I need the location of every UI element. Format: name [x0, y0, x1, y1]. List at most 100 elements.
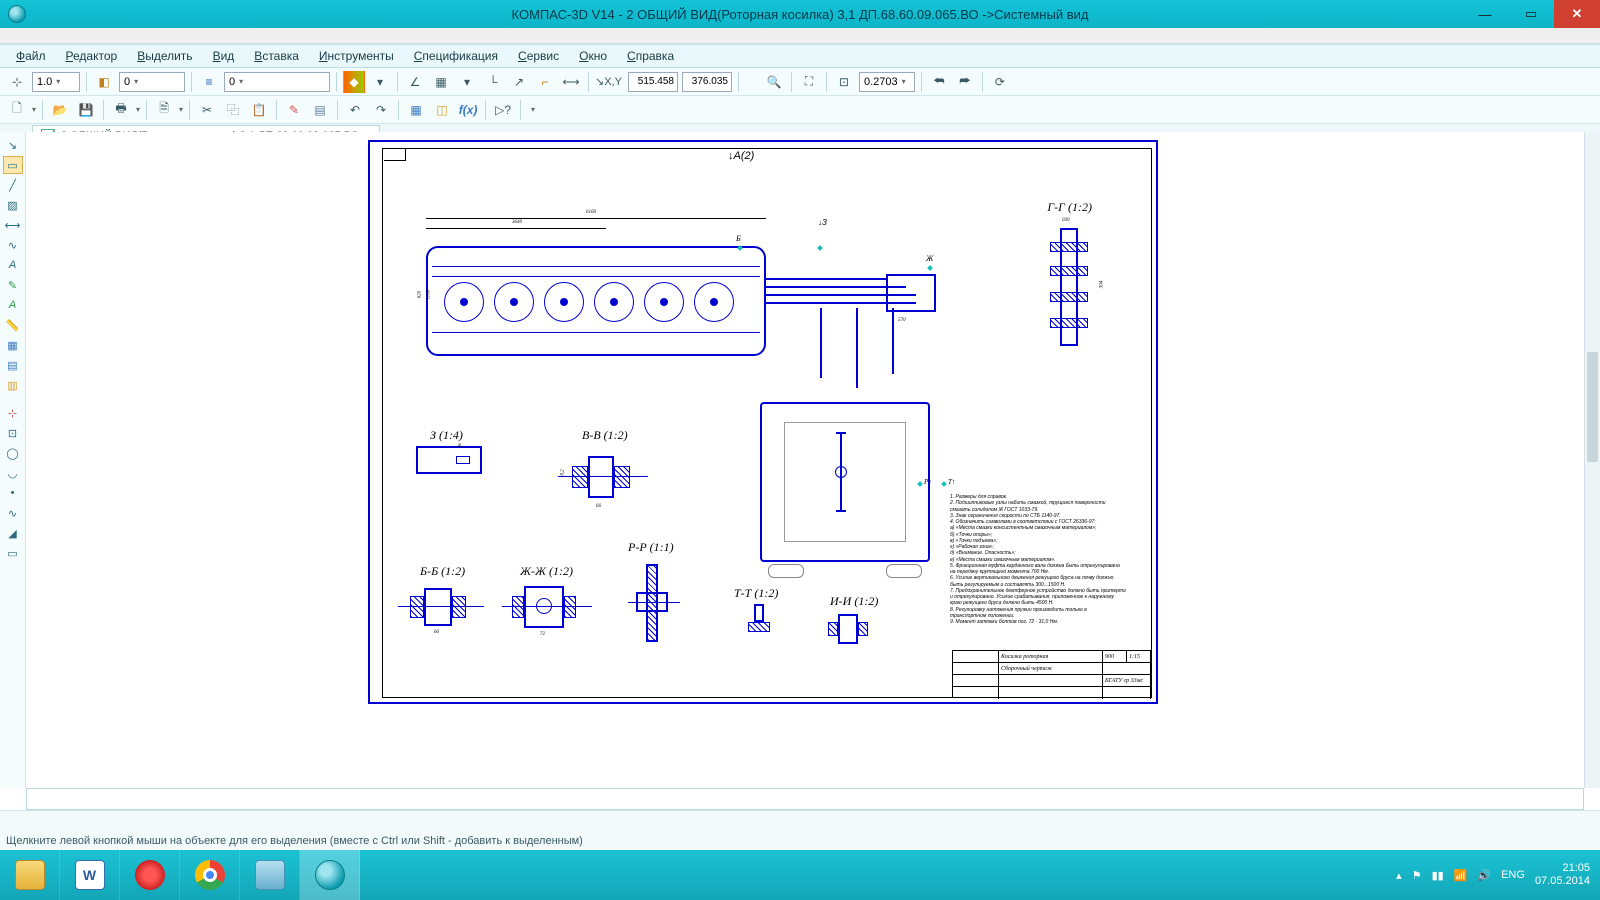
zoom-combo[interactable]: 0.2703▾ [859, 72, 915, 92]
taskbar-generic[interactable] [240, 850, 300, 900]
minimize-button[interactable] [1462, 0, 1508, 28]
zoom-window-icon[interactable]: ⛶ [798, 71, 820, 93]
menu-file[interactable]: Файл [8, 47, 54, 65]
vtool-text-icon[interactable]: A [3, 256, 23, 274]
save-icon[interactable]: 💾 [75, 99, 97, 121]
tray-flag-icon[interactable]: ⚑ [1412, 869, 1422, 882]
menu-window[interactable]: Окно [571, 47, 615, 65]
taskbar-kompas[interactable] [300, 850, 360, 900]
vtool-aux-icon[interactable]: ⊡ [3, 424, 23, 442]
lcs-icon[interactable]: ⌐ [534, 71, 556, 93]
vtool-select-icon[interactable]: ▭ [3, 156, 23, 174]
vtool-table-icon[interactable]: ▦ [3, 336, 23, 354]
menu-service[interactable]: Сервис [510, 47, 567, 65]
vtool-dim-icon[interactable]: ⟷ [3, 216, 23, 234]
menu-insert[interactable]: Вставка [246, 47, 307, 65]
tray-vol-icon[interactable]: 🔊 [1477, 869, 1491, 882]
dim-icon[interactable]: ⟷ [560, 71, 582, 93]
zoom-in-icon[interactable]: 🔍 [763, 71, 785, 93]
dd1-icon[interactable]: ▾ [369, 71, 391, 93]
taskbar-explorer[interactable] [0, 850, 60, 900]
technical-notes: 1. Размеры для справок.2. Подшипниковые … [950, 494, 1150, 625]
combo-2[interactable]: 0▾ [119, 72, 185, 92]
menu-spec[interactable]: Спецификация [406, 47, 506, 65]
vertical-toolbar: ↘ ▭ ╱ ▨ ⟷ ∿ A ✎ A 📏 ▦ ▤ ▥ ⊹ ⊡ ◯ ◡ • ∿ ◢ … [0, 132, 26, 788]
fx-icon[interactable]: f(x) [457, 99, 479, 121]
label-ii: И-И (1:2) [830, 594, 878, 609]
dd2-icon[interactable]: ▾ [456, 71, 478, 93]
titlebar: КОМПАС-3D V14 - 2 ОБЩИЙ ВИД(Роторная кос… [0, 0, 1600, 28]
linetype-icon[interactable]: ≡ [198, 71, 220, 93]
vtool-spec-icon[interactable]: ▤ [3, 356, 23, 374]
menu-view[interactable]: Вид [205, 47, 243, 65]
vtool-line-icon[interactable]: ╱ [3, 176, 23, 194]
redraw-icon[interactable]: ⟳ [989, 71, 1011, 93]
print-icon[interactable]: 🖶 [110, 99, 132, 121]
zoom-fit-icon[interactable]: ⊡ [833, 71, 855, 93]
xy-label-icon: ↘X,Y [595, 75, 622, 88]
command-input[interactable] [26, 788, 1584, 810]
taskbar-opera[interactable] [120, 850, 180, 900]
layer-icon[interactable]: ◧ [93, 71, 115, 93]
color-icon[interactable]: ◆ [343, 71, 365, 93]
tray-clock[interactable]: 21:05 07.05.2014 [1535, 862, 1590, 888]
vtool-chamfer-icon[interactable]: ◢ [3, 524, 23, 542]
vtool-param-icon[interactable]: A [3, 296, 23, 314]
mgr2-icon[interactable]: ◫ [431, 99, 453, 121]
vtool-hatch-icon[interactable]: ▨ [3, 196, 23, 214]
vtool-circle-icon[interactable]: ◯ [3, 444, 23, 462]
grid-icon[interactable]: ▦ [430, 71, 452, 93]
detail-ii [828, 612, 870, 646]
vtool-spline-icon[interactable]: ∿ [3, 504, 23, 522]
taskbar-word[interactable]: W [60, 850, 120, 900]
angle-icon[interactable]: ∠ [404, 71, 426, 93]
main-top-view: 6160 3640 620 1160 [426, 238, 982, 368]
vertical-scrollbar[interactable] [1584, 132, 1600, 788]
tray-net-icon[interactable]: ▮▮ [1432, 869, 1444, 882]
tray-lang[interactable]: ENG [1501, 869, 1525, 881]
drawing-sheet: ↓А(2) 6160 3640 [368, 140, 1158, 704]
tangent-icon[interactable]: ↗ [508, 71, 530, 93]
vtool-arrow-icon[interactable]: ↘ [3, 136, 23, 154]
menu-help[interactable]: Справка [619, 47, 682, 65]
undo-icon[interactable]: ↶ [344, 99, 366, 121]
vtool-edit-icon[interactable]: ✎ [3, 276, 23, 294]
open-icon[interactable]: 📂 [49, 99, 71, 121]
help-icon[interactable]: ▷? [492, 99, 514, 121]
vtool-report-icon[interactable]: ▥ [3, 376, 23, 394]
drawing-canvas[interactable]: ↓А(2) 6160 3640 [26, 132, 1584, 788]
paste-icon[interactable]: 📋 [248, 99, 270, 121]
tray-up-icon[interactable]: ▴ [1396, 869, 1402, 882]
label-vv: В-В (1:2) [582, 428, 628, 443]
redo-icon[interactable]: ↷ [370, 99, 392, 121]
mgr1-icon[interactable]: ▦ [405, 99, 427, 121]
copy-icon[interactable]: ⿻ [222, 99, 244, 121]
tray-wifi-icon[interactable]: 📶 [1454, 869, 1468, 882]
coord-x[interactable]: 515.458 [628, 72, 678, 92]
combo-3[interactable]: 0▾ [224, 72, 330, 92]
brush-icon[interactable]: ✎ [283, 99, 305, 121]
status-bar: Щелкните левой кнопкой мыши на объекте д… [0, 810, 1600, 850]
cut-icon[interactable]: ✂ [196, 99, 218, 121]
menu-tools[interactable]: Инструменты [311, 47, 402, 65]
snap-icon[interactable]: ⊹ [6, 71, 28, 93]
next-view-icon[interactable]: ⮫ [954, 71, 976, 93]
scale-combo[interactable]: 1.0▾ [32, 72, 80, 92]
coord-y[interactable]: 376.035 [682, 72, 732, 92]
new-icon[interactable]: 🗋 [6, 99, 28, 121]
vtool-measure-icon[interactable]: 📏 [3, 316, 23, 334]
menu-editor[interactable]: Редактор [58, 47, 126, 65]
vtool-snap-icon[interactable]: ⊹ [3, 404, 23, 422]
vtool-arc-icon[interactable]: ◡ [3, 464, 23, 482]
vtool-rect-icon[interactable]: ▭ [3, 544, 23, 562]
preview-icon[interactable]: 🗎 [153, 99, 175, 121]
vtool-point-icon[interactable]: • [3, 484, 23, 502]
menu-select[interactable]: Выделить [129, 47, 200, 65]
taskbar-chrome[interactable] [180, 850, 240, 900]
ortho-icon[interactable]: └ [482, 71, 504, 93]
vtool-rough-icon[interactable]: ∿ [3, 236, 23, 254]
prev-view-icon[interactable]: ⮪ [928, 71, 950, 93]
maximize-button[interactable] [1508, 0, 1554, 28]
props-icon[interactable]: ▤ [309, 99, 331, 121]
close-button[interactable] [1554, 0, 1600, 28]
